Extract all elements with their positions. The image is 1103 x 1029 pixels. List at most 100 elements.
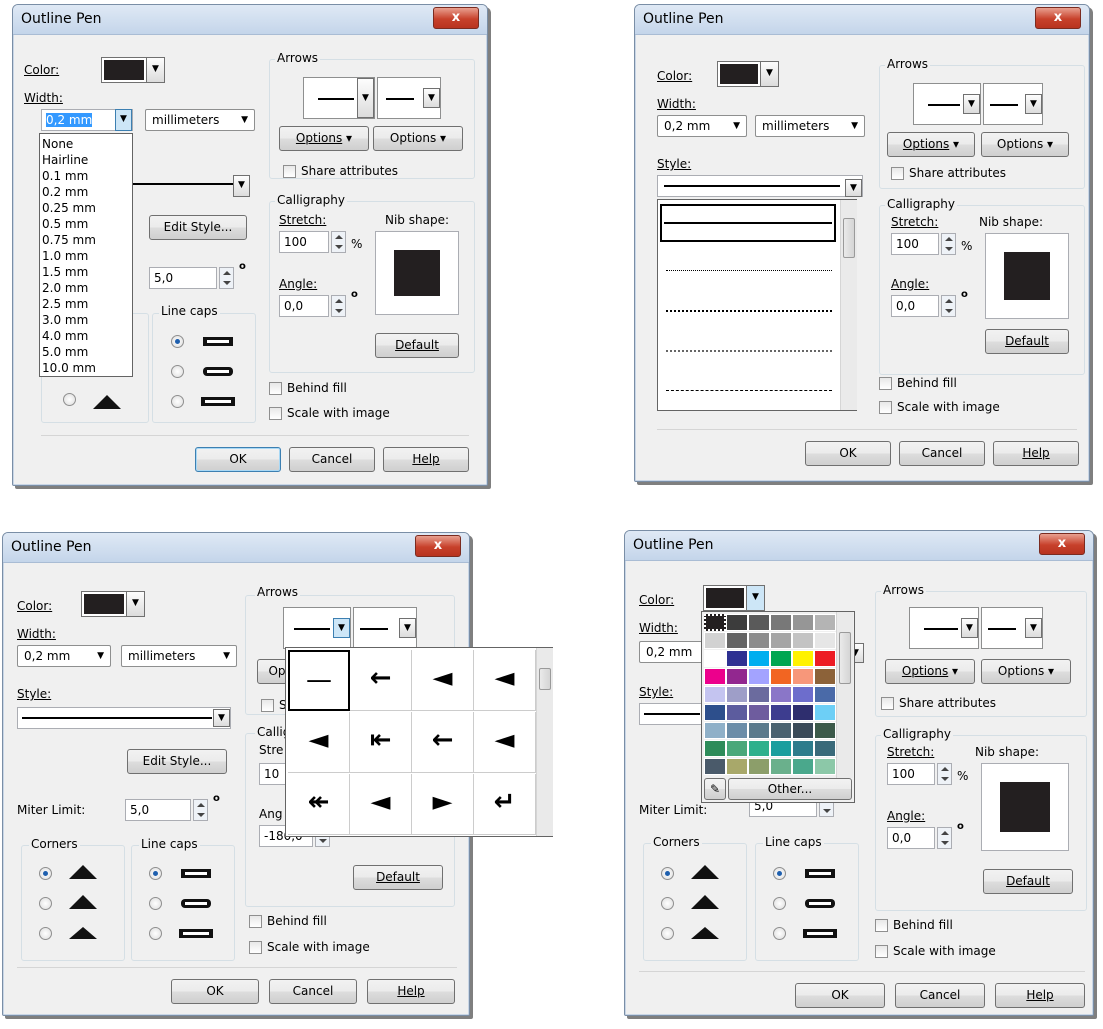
corner-miter-radio[interactable]	[661, 867, 674, 880]
color-swatch-cell[interactable]	[748, 758, 770, 775]
width-option[interactable]: 1.0 mm	[42, 248, 88, 264]
units-combo[interactable]: millimeters ▼	[145, 109, 255, 131]
color-swatch-cell[interactable]	[726, 614, 748, 631]
style-combo[interactable]	[17, 707, 231, 729]
color-swatch-cell[interactable]	[704, 668, 726, 685]
color-swatch-cell[interactable]	[814, 632, 836, 649]
arrowhead-option[interactable]: ◄	[288, 712, 350, 773]
arrowhead-option[interactable]: ◄	[474, 712, 536, 773]
color-swatch-cell[interactable]	[704, 758, 726, 775]
style-option-sparse-dots[interactable]	[666, 310, 832, 312]
color-swatch-cell[interactable]	[792, 668, 814, 685]
color-swatch-cell[interactable]	[814, 650, 836, 667]
arrowhead-picker-popup[interactable]: — ← ◄ ◄ ◄ ⇤ ← ◄ ↞ ◄ ► ↵	[285, 647, 553, 837]
width-dropdown-button[interactable]: ▼	[115, 109, 132, 131]
end-arrow-selector[interactable]: ▼	[377, 77, 441, 119]
color-swatch-cell[interactable]	[726, 722, 748, 739]
width-options-list[interactable]: None Hairline 0.1 mm 0.2 mm 0.25 mm 0.5 …	[39, 133, 133, 377]
color-swatch-button[interactable]: ▼	[101, 57, 165, 83]
edit-style-button[interactable]: Edit Style...	[127, 749, 227, 774]
color-palette-grid[interactable]	[704, 614, 836, 775]
arrowhead-option[interactable]: ⇤	[350, 712, 412, 773]
angle-field[interactable]: 0,0	[279, 295, 329, 317]
corner-round-radio[interactable]	[661, 897, 674, 910]
style-dropdown-button[interactable]: ▼	[845, 179, 862, 197]
start-arrow-selector[interactable]: ▼	[283, 607, 351, 649]
angle-field[interactable]: 0,0	[891, 295, 939, 317]
width-option[interactable]: 1.5 mm	[42, 264, 88, 280]
style-list-scrollbar[interactable]	[840, 200, 857, 410]
angle-spinner[interactable]	[937, 827, 952, 849]
miter-limit-spinner[interactable]	[219, 267, 234, 289]
color-swatch-cell[interactable]	[770, 704, 792, 721]
start-options-button[interactable]: Options ▾	[279, 126, 369, 151]
arrowhead-option[interactable]: ◄	[350, 774, 412, 835]
share-attributes-checkbox[interactable]	[881, 697, 894, 710]
style-combo-partial[interactable]	[639, 703, 703, 725]
width-option[interactable]: 0.1 mm	[42, 168, 88, 184]
line-cap-round-radio[interactable]	[773, 897, 786, 910]
start-arrow-selector[interactable]: ▼	[913, 83, 981, 125]
color-swatch-cell[interactable]	[748, 704, 770, 721]
line-cap-square-radio[interactable]	[171, 395, 184, 408]
color-swatch-cell[interactable]	[748, 668, 770, 685]
style-option-dotted[interactable]	[666, 270, 832, 271]
miter-limit-field[interactable]: 5,0	[149, 267, 217, 289]
color-swatch-button[interactable]: ▼	[703, 585, 765, 611]
line-cap-round-radio[interactable]	[171, 365, 184, 378]
color-swatch-cell[interactable]	[770, 614, 792, 631]
stretch-field[interactable]: 100	[279, 231, 329, 253]
stretch-spinner[interactable]	[331, 231, 346, 253]
color-swatch-cell[interactable]	[726, 704, 748, 721]
width-combo[interactable]: 0,2 mm ▼	[657, 115, 747, 137]
ok-button[interactable]: OK	[171, 979, 259, 1004]
arrowhead-option[interactable]: ←	[412, 712, 474, 773]
color-swatch-cell[interactable]	[726, 686, 748, 703]
color-swatch-cell[interactable]	[792, 704, 814, 721]
color-swatch-cell[interactable]	[770, 740, 792, 757]
color-swatch-button[interactable]: ▼	[81, 591, 145, 617]
units-combo[interactable]: millimeters ▼	[755, 115, 865, 137]
color-swatch-cell[interactable]	[770, 722, 792, 739]
help-button[interactable]: Help	[993, 441, 1079, 466]
scroll-thumb[interactable]	[839, 632, 851, 684]
color-swatch-cell[interactable]	[704, 704, 726, 721]
arrowhead-option[interactable]: ◄	[474, 650, 536, 711]
stretch-field[interactable]: 100	[887, 763, 935, 785]
color-swatch-cell[interactable]	[770, 686, 792, 703]
color-swatch-cell[interactable]	[792, 686, 814, 703]
width-combo[interactable]: 0,2 mm ▼	[17, 645, 111, 667]
start-options-button[interactable]: Options ▾	[887, 132, 975, 157]
cancel-button[interactable]: Cancel	[289, 447, 375, 472]
default-button[interactable]: Default	[353, 865, 443, 890]
angle-spinner[interactable]	[941, 295, 956, 317]
width-combo[interactable]: 0,2 mm	[639, 641, 705, 663]
corner-bevel-radio[interactable]	[63, 393, 76, 406]
color-swatch-cell[interactable]	[792, 614, 814, 631]
line-cap-butt-radio[interactable]	[171, 335, 184, 348]
end-arrow-selector[interactable]: ▼	[981, 607, 1043, 649]
default-button[interactable]: Default	[983, 869, 1073, 894]
angle-field[interactable]: 0,0	[887, 827, 935, 849]
angle-spinner[interactable]	[331, 295, 346, 317]
color-swatch-cell[interactable]	[704, 614, 726, 631]
arrowhead-option[interactable]: ◄	[412, 650, 474, 711]
cancel-button[interactable]: Cancel	[899, 441, 985, 466]
arrowhead-option[interactable]: ↞	[288, 774, 350, 835]
behind-fill-checkbox[interactable]	[879, 377, 892, 390]
color-swatch-cell[interactable]	[770, 632, 792, 649]
start-options-button[interactable]: Options ▾	[885, 659, 975, 684]
width-option[interactable]: 4.0 mm	[42, 328, 88, 344]
corner-bevel-radio[interactable]	[661, 927, 674, 940]
width-option[interactable]: 0.2 mm	[42, 184, 88, 200]
cancel-button[interactable]: Cancel	[269, 979, 357, 1004]
width-option[interactable]: None	[42, 136, 73, 152]
color-swatch-cell[interactable]	[792, 650, 814, 667]
width-option[interactable]: 0.75 mm	[42, 232, 96, 248]
edit-style-button[interactable]: Edit Style...	[149, 215, 247, 240]
color-swatch-cell[interactable]	[814, 722, 836, 739]
style-dropdown-button[interactable]: ▼	[233, 175, 250, 197]
stretch-spinner[interactable]	[937, 763, 952, 785]
scroll-thumb[interactable]	[843, 218, 855, 258]
close-button[interactable]: x	[1035, 7, 1081, 29]
